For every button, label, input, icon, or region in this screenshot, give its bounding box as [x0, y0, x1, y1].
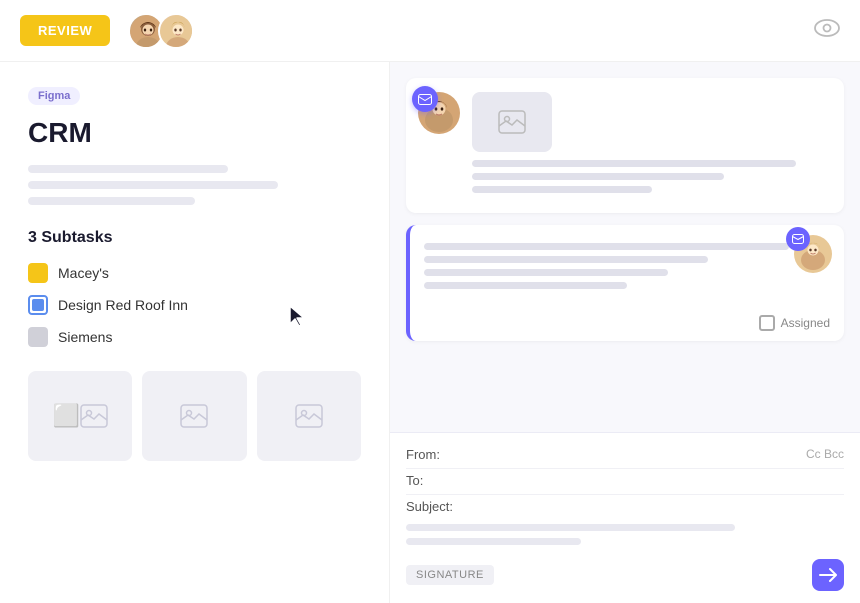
- to-label: To:: [406, 473, 423, 488]
- compose-footer: SIGNATURE: [406, 559, 844, 591]
- description-lines: [28, 165, 361, 205]
- assigned-badge: Assigned: [410, 309, 844, 341]
- subtask-label-1: Macey's: [58, 265, 109, 281]
- to-row: To:: [406, 473, 844, 488]
- image-placeholder-3[interactable]: [257, 371, 361, 461]
- desc-line-1: [28, 165, 228, 173]
- review-button[interactable]: REVIEW: [20, 15, 110, 46]
- top-bar: REVIEW: [0, 0, 860, 62]
- email-compose: From: Cc Bcc To: Subject: SIGNATURE: [390, 432, 860, 603]
- card2-line-1: [424, 243, 789, 250]
- email-card-1[interactable]: [406, 78, 844, 213]
- card1-image: [472, 92, 552, 152]
- card1-avatar: [418, 92, 460, 134]
- subtasks-heading: 3 Subtasks: [28, 229, 361, 247]
- card1-line-1: [472, 160, 796, 167]
- cc-bcc-label: Cc Bcc: [806, 447, 844, 462]
- left-panel: Figma CRM 3 Subtasks Macey's Design Red …: [0, 62, 390, 603]
- desc-line-3: [28, 197, 195, 205]
- card2-line-2: [424, 256, 708, 263]
- card1-line-2: [472, 173, 724, 180]
- subtask-icon-gray: [28, 327, 48, 347]
- card2-content: [424, 239, 830, 295]
- from-divider: [406, 468, 844, 469]
- subject-row: Subject:: [406, 499, 844, 514]
- email-badge-1: [412, 86, 438, 112]
- assigned-checkbox[interactable]: [759, 315, 775, 331]
- card2-email-badge: [786, 227, 810, 251]
- image-placeholder-1[interactable]: ⬜: [28, 371, 132, 461]
- subtask-icon-blue: [28, 295, 48, 315]
- main-layout: Figma CRM 3 Subtasks Macey's Design Red …: [0, 62, 860, 603]
- avatars-group: [128, 13, 194, 49]
- subtask-item-2[interactable]: Design Red Roof Inn: [28, 295, 361, 315]
- body-line-2: [406, 538, 581, 545]
- subtask-label-2: Design Red Roof Inn: [58, 297, 188, 313]
- card1-content: [472, 92, 832, 199]
- project-title: CRM: [28, 117, 361, 149]
- subtask-list: Macey's Design Red Roof Inn Siemens: [28, 263, 361, 347]
- signature-button[interactable]: SIGNATURE: [406, 565, 494, 585]
- card2-inner: [410, 225, 844, 309]
- to-divider: [406, 494, 844, 495]
- desc-line-2: [28, 181, 278, 189]
- subtask-item-3[interactable]: Siemens: [28, 327, 361, 347]
- right-panel: Assigned From: Cc Bcc To: Subject:: [390, 62, 860, 603]
- subtask-icon-yellow: [28, 263, 48, 283]
- subject-label: Subject:: [406, 499, 453, 514]
- subtask-label-3: Siemens: [58, 329, 112, 345]
- subtask-item-1[interactable]: Macey's: [28, 263, 361, 283]
- avatar-2: [158, 13, 194, 49]
- from-row: From: Cc Bcc: [406, 447, 844, 462]
- image-placeholder-2[interactable]: [142, 371, 246, 461]
- image-row: ⬜: [28, 371, 361, 461]
- email-card-2[interactable]: Assigned: [406, 225, 844, 341]
- assigned-label: Assigned: [781, 316, 830, 330]
- compose-body[interactable]: [406, 524, 844, 545]
- send-button[interactable]: [812, 559, 844, 591]
- from-label: From:: [406, 447, 440, 462]
- card1-inner: [406, 78, 844, 213]
- body-line-1: [406, 524, 735, 531]
- email-cards-area: Assigned: [390, 62, 860, 432]
- card1-line-3: [472, 186, 652, 193]
- card2-line-3: [424, 269, 668, 276]
- card2-avatar-wrap: [794, 235, 832, 278]
- figma-badge: Figma: [28, 87, 80, 105]
- eye-icon[interactable]: [814, 19, 840, 42]
- image-icon-1: ⬜: [52, 403, 79, 429]
- card2-line-4: [424, 282, 627, 289]
